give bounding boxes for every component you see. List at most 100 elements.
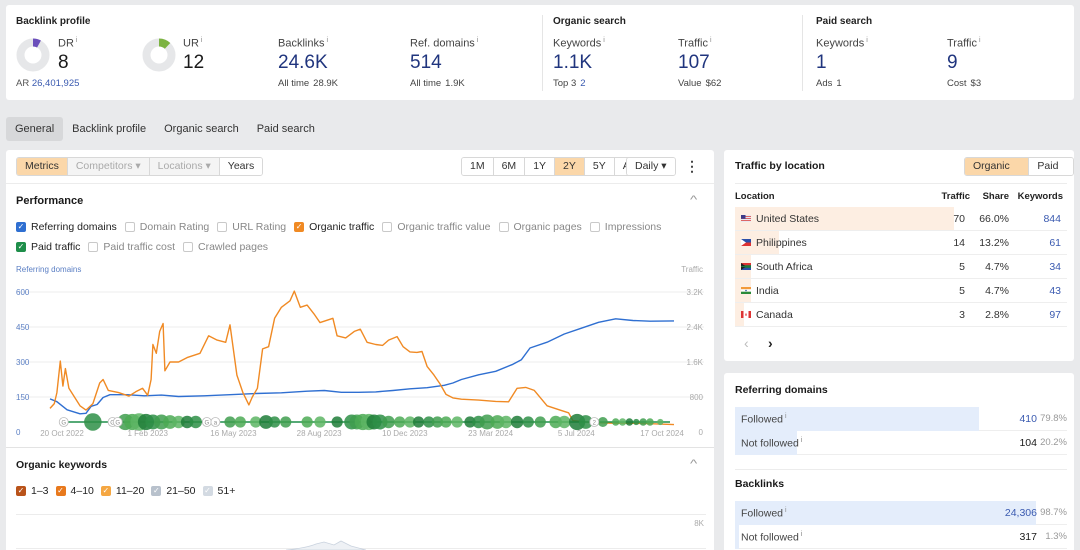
keywords-cell[interactable]: 97 <box>1049 309 1061 321</box>
info-icon[interactable]: i <box>326 37 328 44</box>
range-1m-button[interactable]: 1M <box>462 158 494 175</box>
checkbox-icon[interactable] <box>589 222 600 232</box>
info-icon[interactable]: i <box>76 37 78 44</box>
range-2y-button[interactable]: 2Y <box>555 158 585 175</box>
info-icon[interactable]: i <box>801 531 803 538</box>
checkbox-checked-icon[interactable]: ✓ <box>16 242 26 252</box>
performance-chart[interactable]: Referring domains Traffic 0 0 150 800 300 1.6… <box>6 258 714 438</box>
keywords-cell[interactable]: 43 <box>1049 285 1061 297</box>
col-share[interactable]: Share <box>983 191 1009 202</box>
distribution-row[interactable]: Not followed i 104 20.2% <box>735 431 1067 455</box>
checkbox-icon[interactable] <box>382 222 393 232</box>
competitors-dropdown[interactable]: Competitors ▾ <box>67 158 150 175</box>
range-5y-button[interactable]: 5Y <box>584 158 615 175</box>
checkbox-checked-icon[interactable]: ✓ <box>16 486 26 496</box>
metric-toggle-organic-pages[interactable]: Organic pages <box>498 217 582 237</box>
keyword-bucket-toggle[interactable]: ✓ 1–3 <box>16 481 49 501</box>
interval-dropdown[interactable]: Daily ▾ <box>626 157 676 176</box>
organic-toggle[interactable]: Organic 49 <box>965 158 1030 175</box>
keyword-bucket-toggle[interactable]: ✓ 51+ <box>202 481 235 501</box>
country-name[interactable]: Philippines <box>756 237 807 249</box>
checkbox-icon[interactable] <box>124 222 135 232</box>
metric-toggle-crawled-pages[interactable]: Crawled pages <box>183 237 268 257</box>
distribution-value[interactable]: 410 <box>1019 413 1037 425</box>
collapse-performance-icon[interactable]: ^ <box>690 194 697 206</box>
checkbox-checked-icon[interactable]: ✓ <box>294 222 305 232</box>
next-page-icon[interactable]: › <box>768 335 773 351</box>
checkbox-checked-icon[interactable]: ✓ <box>55 486 66 496</box>
checkbox-checked-icon[interactable]: ✓ <box>151 486 162 496</box>
distribution-row[interactable]: Followed i 410 79.8% <box>735 407 1067 431</box>
keyword-bucket-toggle[interactable]: ✓ 11–20 <box>100 481 144 501</box>
location-row[interactable]: South Africa 5 4.7% 34 <box>735 255 1067 279</box>
collapse-organic-keywords-icon[interactable]: ^ <box>690 458 697 470</box>
col-location[interactable]: Location <box>735 191 775 202</box>
metric-toggle-referring-domains[interactable]: ✓ Referring domains <box>16 217 117 237</box>
metric-toggle-organic-traffic[interactable]: ✓ Organic traffic <box>294 217 374 237</box>
country-name[interactable]: South Africa <box>756 261 813 273</box>
info-icon[interactable]: i <box>785 507 787 514</box>
checkbox-checked-icon[interactable]: ✓ <box>202 486 213 496</box>
paid-traffic-bubble <box>646 418 654 426</box>
more-options-icon[interactable]: ⋮ <box>685 158 699 175</box>
organic-keywords-value[interactable]: 1.1K <box>553 52 605 74</box>
backlinks-metric: Backlinks i 24.6K All time 28.9K <box>278 37 338 89</box>
location-row[interactable]: Canada 3 2.8% 97 <box>735 303 1067 327</box>
range-6m-button[interactable]: 6M <box>493 158 526 175</box>
locations-dropdown[interactable]: Locations ▾ <box>149 158 220 175</box>
distribution-row[interactable]: Followed i 24,306 98.7% <box>735 501 1067 525</box>
col-keywords[interactable]: Keywords <box>1018 191 1063 202</box>
metric-toggle-organic-traffic-value[interactable]: Organic traffic value <box>382 217 491 237</box>
location-row[interactable]: India 5 4.7% 43 <box>735 279 1067 303</box>
years-mode-button[interactable]: Years <box>219 158 263 175</box>
location-row[interactable]: United States 70 66.0% 844 <box>735 207 1067 231</box>
col-traffic[interactable]: Traffic <box>941 191 970 202</box>
paid-keywords-value[interactable]: 1 <box>816 52 868 74</box>
checkbox-icon[interactable] <box>217 222 228 232</box>
backlinks-value[interactable]: 24.6K <box>278 52 338 74</box>
distribution-row[interactable]: Not followed i 317 1.3% <box>735 525 1067 549</box>
prev-page-icon[interactable]: ‹ <box>744 335 749 351</box>
metric-toggle-domain-rating[interactable]: Domain Rating <box>124 217 209 237</box>
info-icon[interactable]: i <box>979 37 981 44</box>
metric-toggle-paid-traffic-cost[interactable]: Paid traffic cost <box>88 237 175 257</box>
keyword-bucket-toggle[interactable]: ✓ 4–10 <box>55 481 94 501</box>
country-name[interactable]: United States <box>756 213 819 225</box>
checkbox-icon[interactable] <box>498 222 509 232</box>
range-1y-button[interactable]: 1Y <box>525 158 556 175</box>
tab-paid-search[interactable]: Paid search <box>248 117 324 141</box>
top3-value[interactable]: 2 <box>580 78 585 89</box>
info-icon[interactable]: i <box>603 37 605 44</box>
keywords-cell[interactable]: 844 <box>1043 213 1061 225</box>
info-icon[interactable]: i <box>785 413 787 420</box>
country-name[interactable]: India <box>756 285 779 297</box>
metrics-mode-button[interactable]: Metrics <box>17 158 68 175</box>
info-icon[interactable]: i <box>710 37 712 44</box>
google-event-marker: G <box>58 417 69 427</box>
checkbox-icon[interactable] <box>183 242 194 252</box>
distribution-value[interactable]: 24,306 <box>1005 507 1037 519</box>
tab-backlink-profile[interactable]: Backlink profile <box>63 117 155 141</box>
metric-toggle-url-rating[interactable]: URL Rating <box>217 217 286 237</box>
ar-value[interactable]: 26,401,925 <box>32 78 80 89</box>
metric-toggle-impressions[interactable]: Impressions <box>589 217 661 237</box>
info-icon[interactable]: i <box>201 37 203 44</box>
keywords-cell[interactable]: 34 <box>1049 261 1061 273</box>
location-row[interactable]: Philippines 14 13.2% 61 <box>735 231 1067 255</box>
paid-toggle[interactable]: Paid 1 <box>1029 158 1073 175</box>
checkbox-checked-icon[interactable]: ✓ <box>16 222 26 232</box>
tab-general[interactable]: General <box>6 117 64 141</box>
ref-domains-value[interactable]: 514 <box>410 52 478 74</box>
keyword-bucket-toggle[interactable]: ✓ 21–50 <box>151 481 196 501</box>
checkbox-checked-icon[interactable]: ✓ <box>100 486 111 496</box>
keywords-cell[interactable]: 61 <box>1049 237 1061 249</box>
info-icon[interactable]: i <box>866 37 868 44</box>
info-icon[interactable]: i <box>801 437 803 444</box>
country-name[interactable]: Canada <box>756 309 793 321</box>
metric-toggle-paid-traffic[interactable]: ✓ Paid traffic <box>16 237 80 257</box>
tab-organic-search[interactable]: Organic search <box>155 117 248 141</box>
organic-traffic-value[interactable]: 107 <box>678 52 721 74</box>
paid-traffic-value[interactable]: 9 <box>947 52 981 74</box>
checkbox-icon[interactable] <box>88 242 99 252</box>
info-icon[interactable]: i <box>477 37 479 44</box>
